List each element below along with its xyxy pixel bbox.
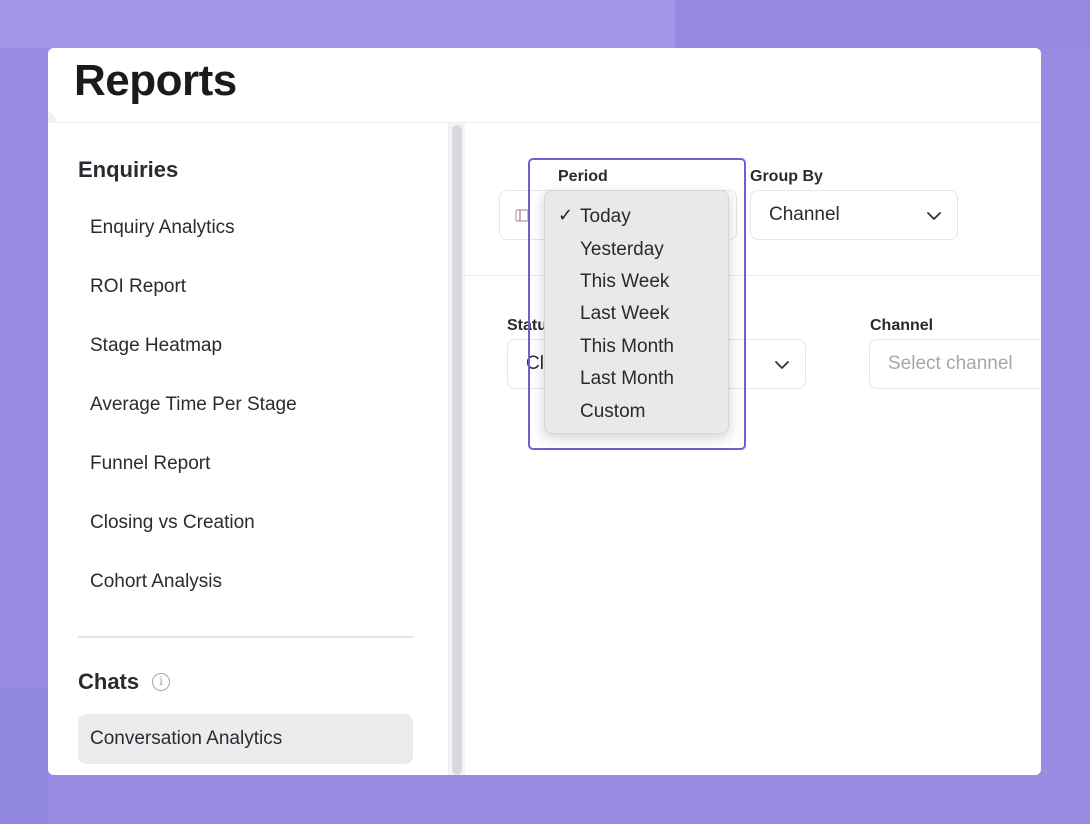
period-option-this-month[interactable]: This Month <box>545 331 728 363</box>
sidebar-scrollbar[interactable] <box>448 123 466 775</box>
sidebar-item-label: Enquiry Analytics <box>90 217 235 238</box>
period-option-today[interactable]: ✓ Today <box>545 201 728 233</box>
period-option-custom[interactable]: Custom <box>545 395 728 427</box>
sidebar-item-closing-vs-creation[interactable]: Closing vs Creation <box>78 498 413 548</box>
period-dropdown-menu: ✓ Today Yesterday This Week Last Week Th… <box>544 190 729 434</box>
period-option-last-week[interactable]: Last Week <box>545 298 728 330</box>
sidebar-item-label: ROI Report <box>90 276 187 297</box>
sidebar-divider <box>78 636 413 638</box>
page-header: Reports <box>48 48 1041 123</box>
background-band <box>0 0 675 48</box>
section-heading-chats: Chats <box>78 669 140 694</box>
sidebar-item-enquiry-analytics[interactable]: Enquiry Analytics <box>78 203 413 253</box>
info-icon[interactable]: i <box>152 673 170 691</box>
sidebar-item-cohort-analysis[interactable]: Cohort Analysis <box>78 557 413 607</box>
checkmark-icon: ✓ <box>558 205 574 225</box>
sidebar-item-label: Average Time Per Stage <box>90 394 297 415</box>
sidebar-item-average-time-per-stage[interactable]: Average Time Per Stage <box>78 380 413 430</box>
group-by-select[interactable]: Channel <box>750 190 958 240</box>
channel-label: Channel <box>870 317 934 334</box>
channel-select[interactable]: Select channel <box>869 339 1041 389</box>
sidebar-item-funnel-report[interactable]: Funnel Report <box>78 439 413 489</box>
period-option-yesterday[interactable]: Yesterday <box>545 233 728 265</box>
sidebar-item-roi-report[interactable]: ROI Report <box>78 262 413 312</box>
group-by-label: Group By <box>750 168 823 185</box>
section-heading-enquiries: Enquiries <box>78 157 179 182</box>
menu-item-label: This Month <box>580 335 674 357</box>
page-title: Reports <box>74 56 237 105</box>
menu-item-label: Last Week <box>580 303 670 325</box>
sidebar-item-label: Cohort Analysis <box>90 571 223 592</box>
background-band <box>675 0 1090 48</box>
chevron-down-icon <box>927 212 941 220</box>
sidebar-item-conversation-analytics[interactable]: Conversation Analytics <box>78 714 413 764</box>
scrollbar-thumb[interactable] <box>452 125 462 775</box>
sidebar-item-label: Closing vs Creation <box>90 512 255 533</box>
menu-item-label: Today <box>580 206 631 228</box>
group-by-value: Channel <box>769 204 840 225</box>
sidebar-item-label: Funnel Report <box>90 453 211 474</box>
sidebar: Enquiries Enquiry Analytics ROI Report S… <box>48 123 448 775</box>
sidebar-item-stage-heatmap[interactable]: Stage Heatmap <box>78 321 413 371</box>
menu-item-label: Last Month <box>580 368 674 390</box>
background-band <box>0 688 48 824</box>
chevron-down-icon <box>775 361 789 369</box>
menu-item-label: This Week <box>580 270 670 292</box>
channel-placeholder: Select channel <box>888 353 1013 374</box>
menu-item-label: Yesterday <box>580 238 664 260</box>
period-option-this-week[interactable]: This Week <box>545 266 728 298</box>
sidebar-item-label: Stage Heatmap <box>90 335 223 356</box>
period-option-last-month[interactable]: Last Month <box>545 363 728 395</box>
menu-item-label: Custom <box>580 400 646 422</box>
sidebar-item-label: Conversation Analytics <box>90 728 283 749</box>
